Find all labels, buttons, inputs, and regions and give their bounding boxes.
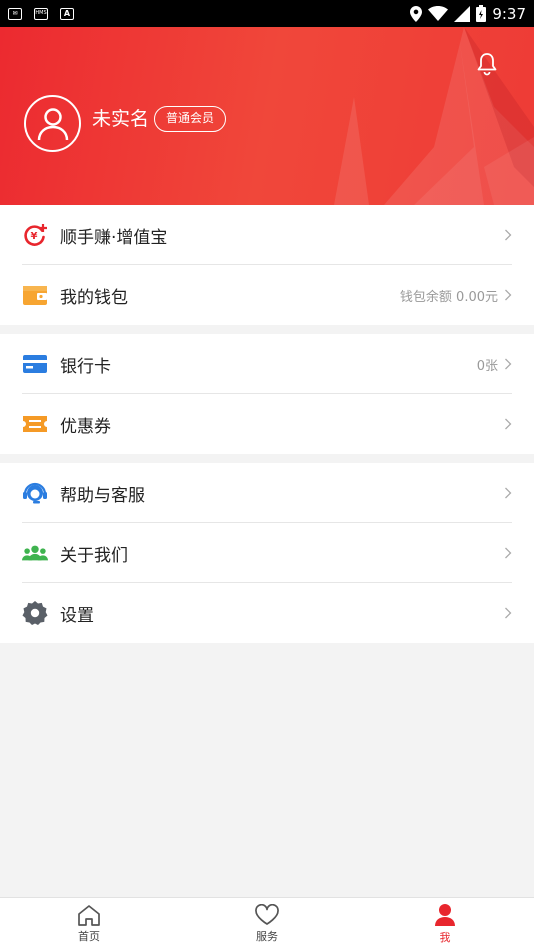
bank-card-icon	[22, 351, 48, 377]
menu-item-about[interactable]: 关于我们	[0, 523, 534, 583]
menu-item-label: 我的钱包	[60, 287, 128, 308]
bank-card-count: 0张	[476, 358, 498, 374]
person-icon	[435, 904, 455, 926]
gear-icon	[22, 600, 48, 626]
row-right	[504, 547, 512, 559]
row-right	[504, 418, 512, 430]
tab-home[interactable]: 首页	[0, 898, 178, 950]
row-right: 0张	[477, 355, 512, 374]
coin-plus-icon: ¥	[22, 222, 48, 248]
wallet-balance: 钱包余额 0.00元	[399, 289, 498, 305]
chevron-right-icon	[505, 607, 512, 619]
heart-icon	[255, 904, 279, 925]
menu-item-help[interactable]: 帮助与客服	[0, 463, 534, 523]
tab-service[interactable]: 服务	[178, 898, 356, 950]
coupon-icon	[22, 411, 48, 437]
user-avatar-icon[interactable]	[24, 95, 81, 152]
menu-item-coupon[interactable]: 优惠券	[0, 394, 534, 454]
bottom-tab-bar: 首页 服务 我	[0, 897, 534, 950]
mail-icon: ✉	[8, 7, 22, 20]
status-bar: ✉ HMS A 9:37	[0, 0, 534, 27]
row-right	[504, 229, 512, 241]
menu-item-wallet[interactable]: 我的钱包 钱包余额 0.00元	[0, 265, 534, 325]
home-icon	[78, 905, 100, 926]
profile-header: 未实名 普通会员	[0, 27, 534, 205]
chevron-right-icon	[505, 418, 512, 430]
headset-icon	[22, 480, 48, 506]
menu-item-settings[interactable]: 设置	[0, 583, 534, 643]
hms-icon: HMS	[34, 7, 48, 20]
wallet-icon	[22, 282, 48, 308]
tab-label: 服务	[256, 930, 278, 943]
menu-group-misc: 帮助与客服 关于我们 设置	[0, 463, 534, 643]
chevron-right-icon	[505, 229, 512, 241]
menu-group-cards: 银行卡 0张 优惠券	[0, 334, 534, 454]
menu-item-zengzhibao[interactable]: ¥ 顺手赚·增值宝	[0, 205, 534, 265]
chevron-right-icon	[505, 487, 512, 499]
chevron-right-icon	[505, 289, 512, 301]
row-right: 钱包余额 0.00元	[400, 286, 512, 305]
clock: 9:37	[492, 4, 526, 23]
svg-text:¥: ¥	[31, 231, 38, 242]
chevron-right-icon	[505, 547, 512, 559]
wifi-icon	[428, 6, 449, 21]
menu-item-label: 银行卡	[60, 356, 111, 377]
chevron-right-icon	[505, 358, 512, 370]
tab-me[interactable]: 我	[356, 898, 534, 950]
people-icon	[22, 540, 48, 566]
bell-icon[interactable]	[476, 52, 498, 76]
menu-item-bank-card[interactable]: 银行卡 0张	[0, 334, 534, 394]
menu-item-label: 帮助与客服	[60, 485, 145, 506]
row-right	[504, 607, 512, 619]
a-icon: A	[60, 7, 74, 20]
menu-item-label: 顺手赚·增值宝	[60, 227, 168, 248]
member-level-badge[interactable]: 普通会员	[154, 106, 227, 132]
row-right	[504, 487, 512, 499]
tab-label: 首页	[78, 930, 100, 943]
location-icon	[410, 5, 423, 22]
signal-icon	[454, 5, 471, 22]
menu-item-label: 设置	[60, 605, 94, 626]
battery-icon	[476, 5, 487, 22]
menu-group-finance: ¥ 顺手赚·增值宝 我的钱包 钱包余额 0.00元	[0, 205, 534, 325]
menu-item-label: 关于我们	[60, 545, 128, 566]
username[interactable]: 未实名	[92, 104, 149, 131]
tab-label: 我	[439, 931, 451, 944]
header-decoration	[334, 27, 534, 205]
menu-item-label: 优惠券	[60, 416, 111, 437]
